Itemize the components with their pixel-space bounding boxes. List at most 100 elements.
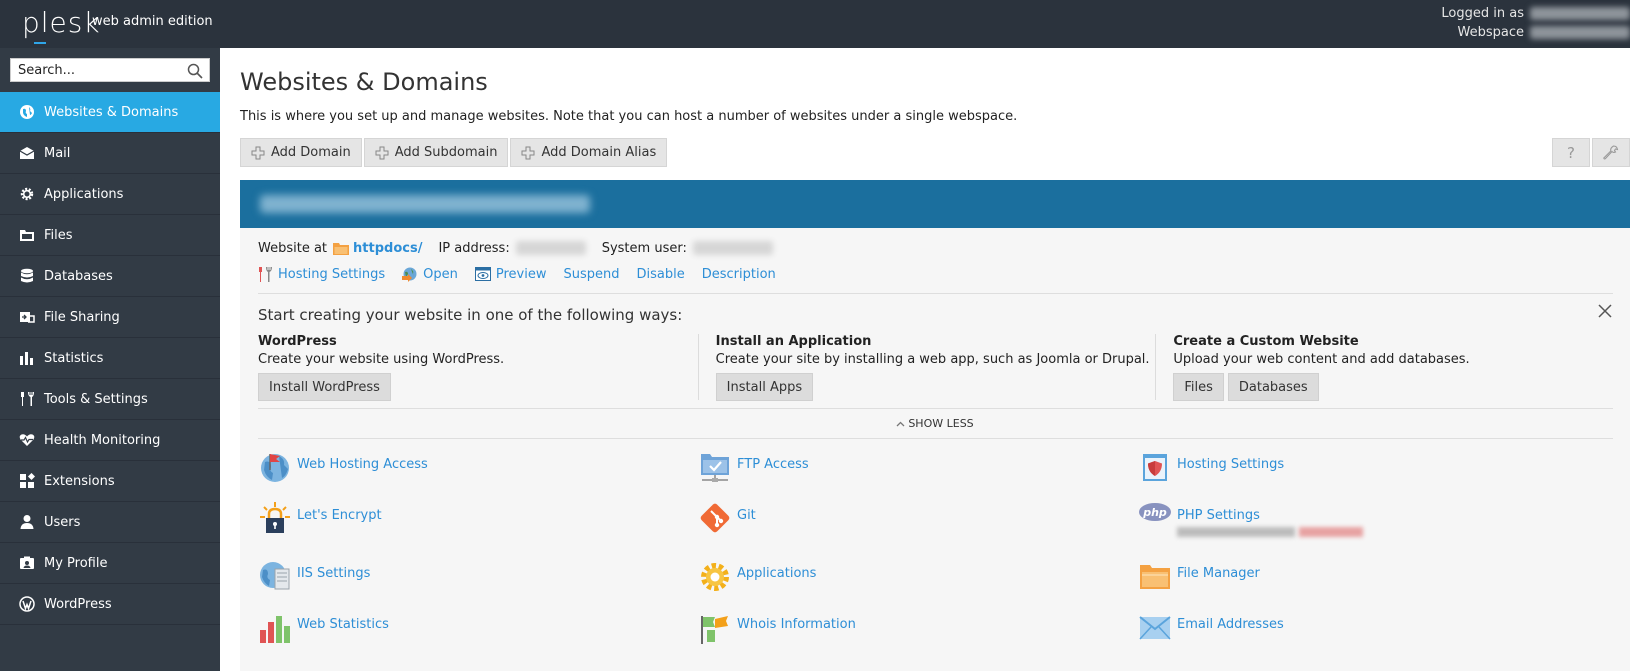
sidebar-item-label: File Sharing (44, 309, 120, 325)
sidebar-item-statistics[interactable]: Statistics (0, 338, 220, 379)
settings-button[interactable] (1592, 138, 1630, 167)
sidebar-item-applications[interactable]: Applications (0, 174, 220, 215)
svg-text:php: php (1142, 506, 1167, 519)
tool-ftp-access[interactable]: FTP Access (698, 450, 809, 484)
add-domain-alias-button[interactable]: Add Domain Alias (510, 138, 668, 167)
preview-link[interactable]: Preview (474, 266, 547, 282)
search-input[interactable] (11, 59, 181, 81)
tool-php-settings[interactable]: php PHP Settings (1138, 501, 1363, 537)
folder-icon (18, 226, 36, 244)
chevron-up-icon (896, 421, 905, 426)
sidebar-item-label: WordPress (44, 596, 112, 612)
ftp-access-icon (698, 450, 732, 484)
tool-lets-encrypt[interactable]: Let's Encrypt (258, 501, 382, 535)
profile-icon (18, 554, 36, 572)
preview-label: Preview (495, 266, 547, 282)
username-redacted (1530, 7, 1630, 20)
help-button[interactable]: ? (1552, 138, 1590, 167)
search-icon[interactable] (187, 63, 203, 83)
tool-label[interactable]: IIS Settings (297, 566, 370, 581)
sidebar-item-my-profile[interactable]: My Profile (0, 543, 220, 584)
sidebar-item-mail[interactable]: Mail (0, 133, 220, 174)
suspend-link[interactable]: Suspend (564, 267, 620, 282)
sidebar-item-users[interactable]: Users (0, 502, 220, 543)
databases-button[interactable]: Databases (1227, 373, 1319, 401)
ip-address-redacted (515, 241, 586, 255)
login-info: Logged in as Webspace (1375, 4, 1630, 42)
sidebar-item-health-monitoring[interactable]: Health Monitoring (0, 420, 220, 461)
tool-file-manager[interactable]: File Manager (1138, 559, 1260, 593)
web-hosting-access-icon (258, 450, 292, 484)
tool-label[interactable]: Hosting Settings (1177, 457, 1284, 472)
tool-applications[interactable]: Applications (698, 559, 816, 593)
gear-icon (18, 185, 36, 203)
tool-label[interactable]: FTP Access (737, 457, 809, 472)
close-icon[interactable] (1598, 304, 1612, 322)
sidebar-item-files[interactable]: Files (0, 215, 220, 256)
sidebar-item-label: Websites & Domains (44, 104, 179, 120)
custom-website-option: Create a Custom Website Upload your web … (1155, 334, 1613, 401)
tool-label[interactable]: Email Addresses (1177, 617, 1284, 632)
wordpress-option: WordPress Create your website using Word… (258, 334, 698, 401)
description-link[interactable]: Description (702, 267, 776, 282)
disable-link[interactable]: Disable (637, 267, 685, 282)
open-link[interactable]: Open (402, 266, 458, 282)
hosting-settings-label: Hosting Settings (278, 266, 386, 282)
tool-hosting-settings[interactable]: Hosting Settings (1138, 450, 1284, 484)
tool-label[interactable]: PHP Settings (1177, 508, 1363, 523)
php-icon: php (1138, 501, 1172, 535)
file-sharing-icon (18, 308, 36, 326)
install-wordpress-button[interactable]: Install WordPress (258, 373, 391, 401)
hosting-settings-link[interactable]: Hosting Settings (258, 266, 386, 282)
tool-label[interactable]: File Manager (1177, 566, 1260, 581)
open-label: Open (423, 266, 458, 282)
tool-git[interactable]: Git (698, 501, 756, 535)
sidebar-item-wordpress[interactable]: WordPress (0, 584, 220, 625)
plus-icon (251, 146, 265, 159)
add-subdomain-button[interactable]: Add Subdomain (363, 138, 509, 167)
tool-label[interactable]: Git (737, 508, 756, 523)
add-domain-button[interactable]: Add Domain (240, 138, 362, 167)
tool-label[interactable]: Applications (737, 566, 816, 581)
tool-whois-information[interactable]: Whois Information (698, 610, 856, 644)
domain-actions: Hosting Settings Open Preview Suspend Di… (258, 264, 793, 284)
sidebar-item-label: My Profile (44, 555, 108, 571)
show-less-label: SHOW LESS (908, 417, 974, 430)
option-text: Create your site by installing a web app… (715, 352, 1150, 367)
sidebar-item-extensions[interactable]: Extensions (0, 461, 220, 502)
toolbar: Add Domain Add Subdomain Add Domain Alia… (240, 138, 669, 167)
install-apps-button[interactable]: Install Apps (715, 373, 814, 401)
page-description: This is where you set up and manage webs… (240, 109, 1018, 124)
domain-banner (240, 180, 1630, 228)
files-button[interactable]: Files (1173, 373, 1224, 401)
creation-options: WordPress Create your website using Word… (258, 334, 1613, 401)
domain-name-redacted[interactable] (260, 195, 590, 213)
plus-icon (375, 146, 389, 159)
sidebar-item-file-sharing[interactable]: File Sharing (0, 297, 220, 338)
tool-label[interactable]: Web Hosting Access (297, 457, 428, 472)
tool-web-hosting-access[interactable]: Web Hosting Access (258, 450, 428, 484)
tool-label[interactable]: Let's Encrypt (297, 508, 382, 523)
add-subdomain-label: Add Subdomain (394, 145, 498, 160)
sidebar-item-websites-domains[interactable]: Websites & Domains (0, 92, 220, 133)
heart-icon (18, 431, 36, 449)
show-less-toggle[interactable]: SHOW LESS (240, 417, 1630, 430)
tool-web-statistics[interactable]: Web Statistics (258, 610, 389, 644)
system-user-redacted[interactable] (692, 241, 773, 255)
plesk-logo[interactable]: plesk (22, 6, 101, 44)
sidebar-item-tools-settings[interactable]: Tools & Settings (0, 379, 220, 420)
tool-label[interactable]: Whois Information (737, 617, 856, 632)
website-link[interactable]: httpdocs/ (353, 241, 422, 256)
sidebar-item-databases[interactable]: Databases (0, 256, 220, 297)
tools-icon (18, 390, 36, 408)
option-heading: Install an Application (715, 334, 872, 349)
tool-label[interactable]: Web Statistics (297, 617, 389, 632)
tool-iis-settings[interactable]: IIS Settings (258, 559, 370, 593)
folder-icon (333, 242, 350, 255)
php-version-redacted (1177, 527, 1363, 537)
webspace-redacted[interactable] (1530, 26, 1630, 39)
tool-email-addresses[interactable]: Email Addresses (1138, 610, 1284, 644)
hosting-settings-icon (259, 266, 272, 282)
install-application-option: Install an Application Create your site … (697, 334, 1156, 401)
bar-chart-icon (18, 349, 36, 367)
